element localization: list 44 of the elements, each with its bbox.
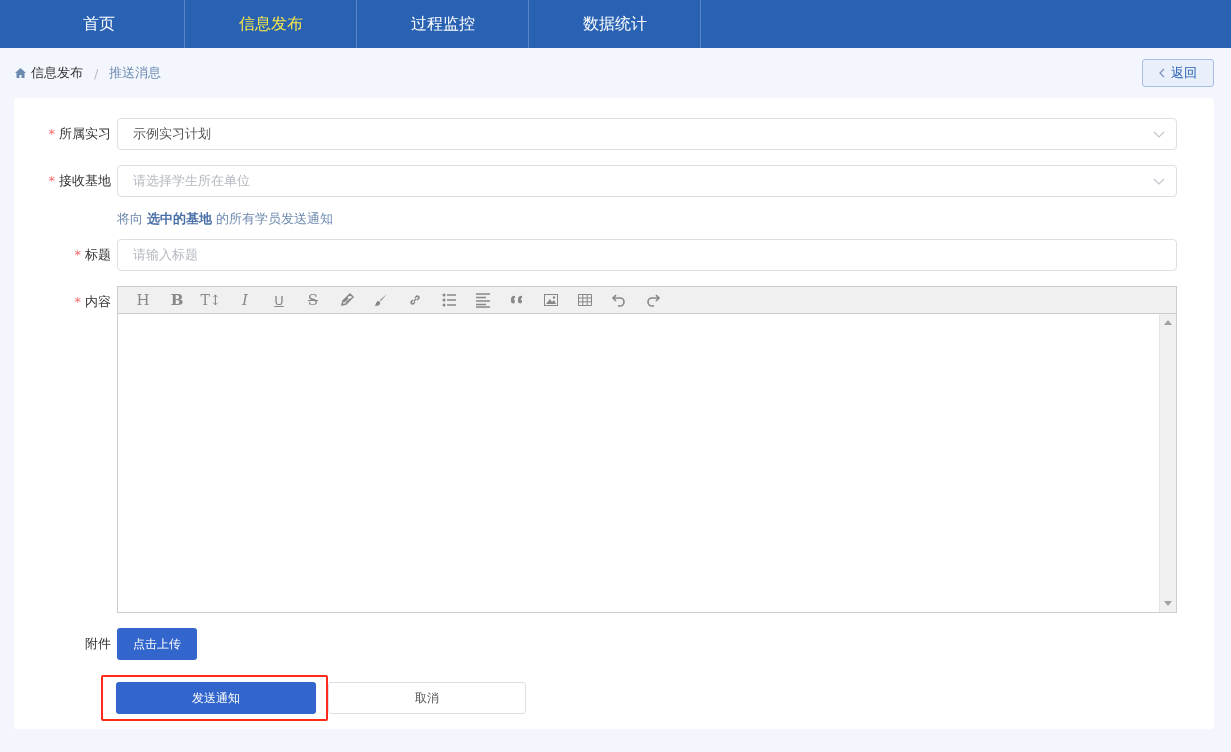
format-button[interactable]: I (228, 291, 262, 309)
required-mark: * (48, 173, 55, 188)
nav-tab[interactable]: 数据统计 (529, 0, 701, 48)
table-icon[interactable] (577, 292, 593, 308)
required-mark: * (74, 294, 81, 309)
nav-tab[interactable]: 过程监控 (357, 0, 529, 48)
required-mark: * (74, 247, 81, 262)
format-button[interactable]: S (296, 291, 330, 309)
align-left-icon[interactable] (475, 292, 491, 308)
send-button[interactable]: 发送通知 (116, 682, 316, 714)
scroll-up-icon[interactable] (1164, 320, 1172, 325)
back-button[interactable]: 返回 (1142, 59, 1214, 87)
image-icon[interactable] (543, 292, 559, 308)
format-button[interactable]: B (160, 291, 194, 309)
format-button[interactable]: H (126, 291, 160, 309)
cancel-button[interactable]: 取消 (328, 682, 526, 714)
undo-icon[interactable] (611, 292, 627, 308)
field-label: 接收基地 (59, 173, 111, 188)
upload-button[interactable]: 点击上传 (117, 628, 197, 660)
nav-tab[interactable]: 信息发布 (185, 0, 357, 48)
field-label: 标题 (85, 247, 111, 262)
field-label: 所属实习 (59, 126, 111, 141)
required-mark: * (48, 126, 55, 141)
home-icon (15, 68, 26, 78)
brush-icon[interactable] (373, 292, 389, 308)
field-label: 附件 (85, 636, 111, 651)
pencil-icon[interactable] (339, 292, 355, 308)
chevron-down-icon (1153, 178, 1165, 185)
redo-icon[interactable] (645, 292, 661, 308)
select-field[interactable]: 示例实习计划 (117, 118, 1177, 150)
scroll-down-icon[interactable] (1164, 601, 1172, 606)
format-button[interactable]: T↕ (194, 292, 228, 308)
chevron-left-icon (1159, 68, 1165, 78)
field-label: 内容 (85, 294, 111, 309)
breadcrumb-separator: / (94, 65, 99, 81)
breadcrumb-item: 推送消息 (109, 64, 162, 82)
hint-text: 将向 选中的基地 的所有学员发送通知 (117, 210, 335, 228)
link-icon[interactable] (407, 292, 423, 308)
breadcrumb-item[interactable]: 信息发布 (31, 64, 83, 82)
scrollbar[interactable] (1159, 314, 1176, 612)
format-button[interactable]: U (262, 292, 296, 308)
list-icon[interactable] (441, 292, 457, 308)
chevron-down-icon (1153, 131, 1165, 138)
nav-tab[interactable]: 首页 (13, 0, 185, 48)
